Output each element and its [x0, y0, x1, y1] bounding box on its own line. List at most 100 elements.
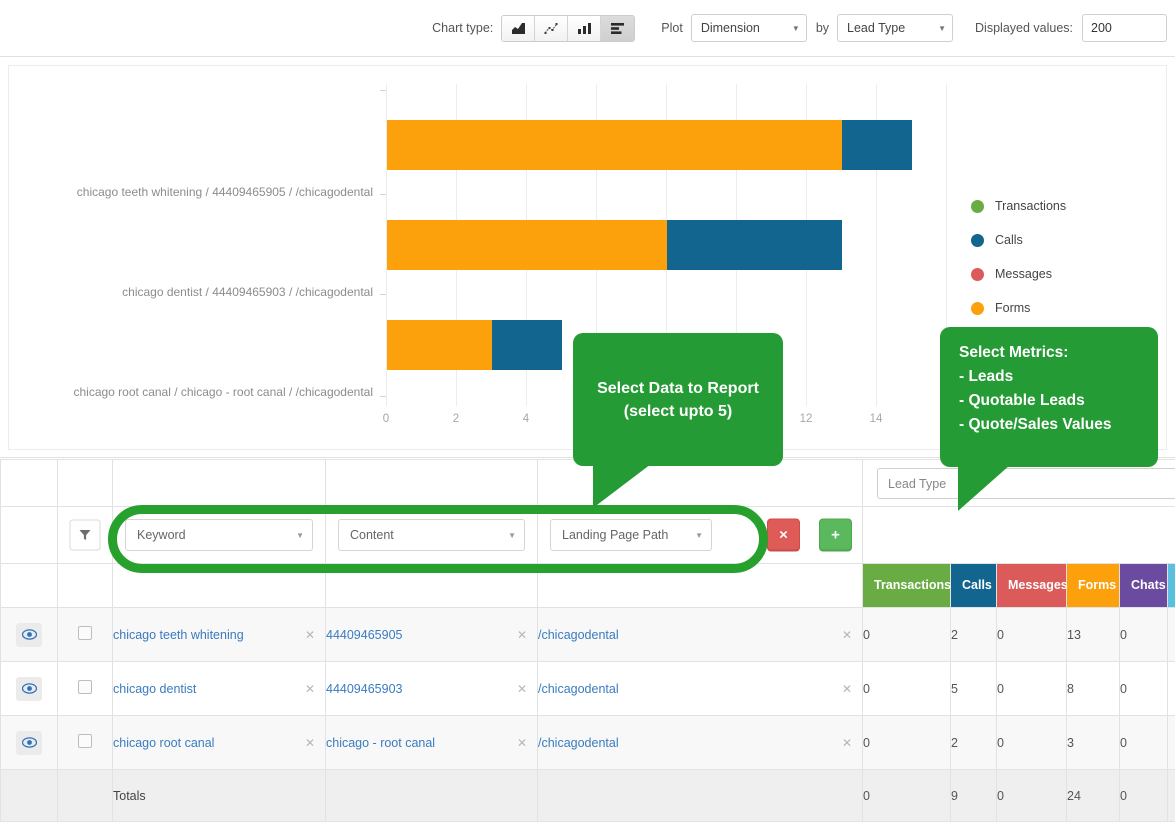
plot-dimension-select[interactable]: Dimension ▼ [691, 14, 807, 42]
cell-messages: 0 [997, 608, 1067, 662]
landing-page-value[interactable]: /chicagodental [538, 682, 619, 696]
cell-messages: 0 [997, 662, 1067, 716]
header-spacer-keyword [113, 460, 326, 507]
remove-landing-page-icon[interactable]: ✕ [842, 736, 852, 750]
cell-transactions: 0 [863, 716, 951, 770]
header-spacer-eye [1, 460, 58, 507]
metric-header-events[interactable] [1168, 564, 1175, 608]
bar-segment-calls[interactable] [842, 120, 912, 170]
eye-icon[interactable] [16, 731, 42, 755]
eye-icon[interactable] [16, 623, 42, 647]
metric-header-forms[interactable]: Forms [1067, 564, 1120, 608]
row-preview-cell [1, 716, 58, 770]
remove-keyword-icon[interactable]: ✕ [305, 628, 315, 642]
cell-calls: 2 [951, 608, 997, 662]
row-checkbox[interactable] [78, 734, 92, 748]
metric-header-transactions-label: Transactions [863, 564, 950, 607]
metric-hdr-spacer-eye [1, 564, 58, 608]
bar-segment-calls[interactable] [492, 320, 562, 370]
legend-item[interactable]: Forms [971, 291, 1066, 325]
table-row[interactable]: chicago dentist✕44409465903✕/chicagodent… [1, 662, 1175, 716]
landing-page-value[interactable]: /chicagodental [538, 736, 619, 750]
bar-segment-calls[interactable] [667, 220, 842, 270]
legend-item[interactable]: Transactions [971, 189, 1066, 223]
metric-header-chats-label: Chats [1120, 564, 1167, 607]
remove-content-icon[interactable]: ✕ [517, 682, 527, 696]
legend-item[interactable]: Calls [971, 223, 1066, 257]
cell-forms: 8 [1067, 662, 1120, 716]
totals-label: Totals [113, 770, 326, 822]
metric-header-messages[interactable]: Messages [997, 564, 1067, 608]
legend-color-swatch [971, 302, 984, 315]
metric-header-calls-label: Calls [951, 564, 996, 607]
area-chart-icon[interactable] [502, 16, 535, 41]
landing-page-dimension-value: Landing Page Path [562, 528, 668, 542]
funnel-icon[interactable] [70, 520, 101, 551]
content-value[interactable]: chicago - root canal [326, 736, 435, 750]
filter-cell-landing-page: Landing Page Path ▼ × + [538, 507, 863, 564]
plot-by-select[interactable]: Lead Type ▼ [837, 14, 953, 42]
landing-page-value[interactable]: /chicagodental [538, 628, 619, 642]
scatter-chart-icon[interactable] [535, 16, 568, 41]
metric-header-forms-label: Forms [1067, 564, 1119, 607]
content-dimension-select[interactable]: Content ▼ [338, 519, 525, 551]
keyword-dimension-select[interactable]: Keyword ▼ [125, 519, 313, 551]
remove-landing-page-icon[interactable]: ✕ [842, 628, 852, 642]
row-checkbox[interactable] [78, 680, 92, 694]
lead-type-placeholder: Lead Type [888, 477, 946, 491]
x-tick-label: 4 [506, 413, 546, 425]
add-dimension-button[interactable]: + [819, 519, 852, 552]
table-filter-row: Keyword ▼ Content ▼ Landing Page Path ▼ … [1, 507, 1175, 564]
dimension-action-buttons: × + [755, 519, 852, 552]
remove-content-icon[interactable]: ✕ [517, 736, 527, 750]
metric-header-events-label [1168, 564, 1175, 607]
totals-messages: 0 [997, 770, 1067, 822]
chevron-down-icon: ▼ [508, 531, 516, 540]
content-value[interactable]: 44409465903 [326, 682, 402, 696]
cell-landing-page: /chicagodental ✕ [538, 608, 863, 662]
bar-segment-forms[interactable] [387, 120, 842, 170]
remove-keyword-icon[interactable]: ✕ [305, 736, 315, 750]
bar-segment-forms[interactable] [387, 220, 667, 270]
remove-landing-page-icon[interactable]: ✕ [842, 682, 852, 696]
lead-type-input[interactable]: Lead Type [877, 468, 1175, 499]
cell-events [1168, 608, 1175, 662]
chevron-down-icon: ▼ [928, 24, 946, 33]
bar-segment-forms[interactable] [387, 320, 492, 370]
bar-chart-icon[interactable] [601, 16, 634, 41]
category-label: chicago dentist / 44409465903 / /chicago… [122, 285, 373, 299]
remove-content-icon[interactable]: ✕ [517, 628, 527, 642]
keyword-value[interactable]: chicago dentist [113, 682, 196, 696]
keyword-value[interactable]: chicago teeth whitening [113, 628, 244, 642]
content-value[interactable]: 44409465905 [326, 628, 402, 642]
content-dimension-value: Content [350, 528, 394, 542]
legend-color-swatch [971, 268, 984, 281]
table-row[interactable]: chicago root canal ✕ chicago - root canal ✕… [1, 716, 1175, 770]
totals-forms: 24 [1067, 770, 1120, 822]
callout-tail [593, 464, 651, 508]
metric-header-row: Transactions Calls Messages Forms Chats [1, 564, 1175, 608]
legend-label: Transactions [995, 199, 1066, 213]
cell-chats: 0 [1120, 608, 1168, 662]
table-row[interactable]: chicago teeth whitening✕44409465905✕/chi… [1, 608, 1175, 662]
filter-spacer-metrics [863, 507, 1175, 564]
keyword-value[interactable]: chicago root canal [113, 736, 214, 750]
legend-item[interactable]: Messages [971, 257, 1066, 291]
metric-header-calls[interactable]: Calls [951, 564, 997, 608]
remove-keyword-icon[interactable]: ✕ [305, 682, 315, 696]
metric-hdr-spacer-content [326, 564, 538, 608]
cell-calls: 2 [951, 716, 997, 770]
filter-cell-content: Content ▼ [326, 507, 538, 564]
eye-icon[interactable] [16, 677, 42, 701]
remove-dimension-button[interactable]: × [767, 519, 800, 552]
metric-header-chats[interactable]: Chats [1120, 564, 1168, 608]
row-checkbox[interactable] [78, 626, 92, 640]
cell-landing-page: /chicagodental ✕ [538, 662, 863, 716]
metric-hdr-spacer-landing [538, 564, 863, 608]
column-chart-icon[interactable] [568, 16, 601, 41]
row-preview-cell [1, 662, 58, 716]
filter-spacer-eye [1, 507, 58, 564]
landing-page-dimension-select[interactable]: Landing Page Path ▼ [550, 519, 712, 551]
displayed-values-input[interactable] [1082, 14, 1167, 42]
metric-header-transactions[interactable]: Transactions [863, 564, 951, 608]
